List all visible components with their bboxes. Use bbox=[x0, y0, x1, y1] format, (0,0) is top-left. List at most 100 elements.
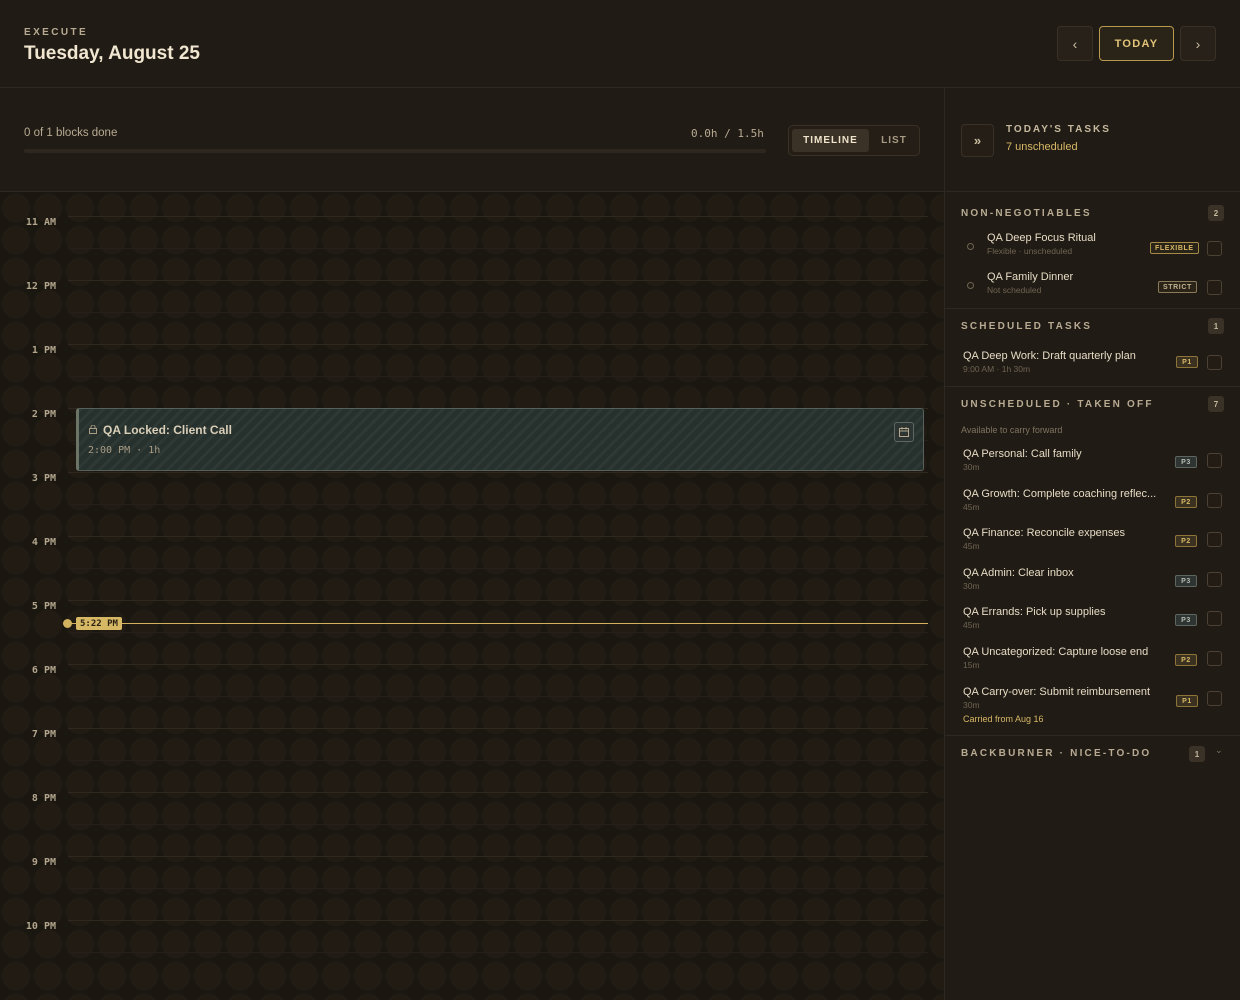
unscheduled-section: UNSCHEDULED · TAKEN OFF 7 Available to c… bbox=[945, 387, 1240, 736]
list-item[interactable]: QA Personal: Call family 30m P3 bbox=[945, 448, 1240, 486]
backburner-section[interactable]: BACKBURNER · NICE-TO-DO 1 ⌄ bbox=[945, 736, 1240, 772]
hour-gridline bbox=[68, 728, 928, 729]
half-hour-gridline bbox=[68, 696, 928, 697]
list-item[interactable]: QA Carry-over: Submit reimbursement 30m … bbox=[945, 686, 1240, 730]
task-checkbox[interactable] bbox=[1207, 280, 1222, 295]
time-block-title-text: QA Locked: Client Call bbox=[103, 423, 232, 437]
half-hour-gridline bbox=[68, 312, 928, 313]
timeline[interactable]: 11 AM 12 PM 1 PM 2 PM 3 PM 4 PM 5 PM 6 PM 7 PM 8 … bbox=[0, 192, 944, 1000]
progress-bar bbox=[24, 149, 766, 153]
section-count-badge: 7 bbox=[1208, 396, 1224, 412]
list-item[interactable]: QA Admin: Clear inbox 30m P3 bbox=[945, 567, 1240, 605]
task-title: QA Personal: Call family bbox=[963, 448, 1082, 460]
prev-day-button[interactable]: ‹ bbox=[1057, 26, 1093, 61]
task-checkbox[interactable] bbox=[1207, 651, 1222, 666]
half-hour-gridline bbox=[68, 952, 928, 953]
unscheduled-count-text: 7 unscheduled bbox=[1006, 141, 1078, 153]
sidebar-title: TODAY'S TASKS bbox=[1006, 124, 1111, 135]
task-subtitle: 45m bbox=[963, 502, 980, 512]
half-hour-gridline bbox=[68, 504, 928, 505]
next-day-button[interactable]: › bbox=[1180, 26, 1216, 61]
progress-row: 0 of 1 blocks done 0.0h / 1.5h TIMELINE … bbox=[0, 88, 944, 192]
hour-label: 2 PM bbox=[31, 409, 56, 420]
priority-badge: P3 bbox=[1175, 456, 1197, 468]
task-title: QA Deep Focus Ritual bbox=[987, 232, 1096, 244]
hour-gridline bbox=[68, 536, 928, 537]
task-subtitle: 30m bbox=[963, 700, 980, 710]
list-item[interactable]: QA Deep Work: Draft quarterly plan 9:00 … bbox=[945, 350, 1240, 388]
page-title: Tuesday, August 25 bbox=[24, 43, 200, 64]
hour-label: 12 PM bbox=[25, 281, 56, 292]
section-title: SCHEDULED TASKS bbox=[961, 321, 1093, 332]
task-checkbox[interactable] bbox=[1207, 453, 1222, 468]
task-checkbox[interactable] bbox=[1207, 493, 1222, 508]
hour-gridline bbox=[68, 600, 928, 601]
list-item[interactable]: QA Uncategorized: Capture loose end 15m … bbox=[945, 646, 1240, 684]
half-hour-gridline bbox=[68, 568, 928, 569]
timeline-view-tab[interactable]: TIMELINE bbox=[792, 129, 869, 152]
hour-gridline bbox=[68, 792, 928, 793]
section-title: NON-NEGOTIABLES bbox=[961, 208, 1092, 219]
half-hour-gridline bbox=[68, 376, 928, 377]
chevron-down-icon[interactable]: ⌄ bbox=[1215, 745, 1223, 756]
task-checkbox[interactable] bbox=[1207, 611, 1222, 626]
list-view-tab[interactable]: LIST bbox=[871, 129, 917, 152]
hour-label: 4 PM bbox=[31, 537, 56, 548]
current-time-badge: 5:22 PM bbox=[76, 617, 122, 630]
task-title: QA Growth: Complete coaching reflec... bbox=[963, 488, 1157, 500]
task-title: QA Uncategorized: Capture loose end bbox=[963, 646, 1149, 658]
list-item[interactable]: QA Deep Focus Ritual Flexible · unschedu… bbox=[945, 232, 1240, 270]
time-block-locked[interactable]: QA Locked: Client Call 2:00 PM · 1h bbox=[76, 408, 924, 471]
calendar-icon[interactable] bbox=[894, 422, 914, 442]
list-item[interactable]: QA Finance: Reconcile expenses 45m P2 bbox=[945, 527, 1240, 565]
hour-gridline bbox=[68, 856, 928, 857]
hour-label: 9 PM bbox=[31, 857, 56, 868]
hour-gridline bbox=[68, 920, 928, 921]
priority-badge: P1 bbox=[1176, 695, 1198, 707]
lock-icon bbox=[89, 423, 97, 437]
scheduled-tasks-section: SCHEDULED TASKS 1 QA Deep Work: Draft qu… bbox=[945, 309, 1240, 387]
half-hour-gridline bbox=[68, 824, 928, 825]
carried-from-note: Carried from Aug 16 bbox=[963, 714, 1044, 724]
priority-badge: P3 bbox=[1175, 575, 1197, 587]
task-title: QA Deep Work: Draft quarterly plan bbox=[963, 350, 1136, 362]
today-button[interactable]: TODAY bbox=[1099, 26, 1174, 61]
task-title: QA Carry-over: Submit reimbursement bbox=[963, 686, 1151, 698]
task-title: QA Errands: Pick up supplies bbox=[963, 606, 1106, 618]
flexible-badge: FLEXIBLE bbox=[1150, 242, 1199, 254]
bullet-icon bbox=[967, 243, 974, 250]
section-note: Available to carry forward bbox=[961, 425, 1063, 435]
time-block-meta: 2:00 PM · 1h bbox=[88, 445, 161, 456]
priority-badge: P1 bbox=[1176, 356, 1198, 368]
list-item[interactable]: QA Errands: Pick up supplies 45m P3 bbox=[945, 606, 1240, 644]
list-item[interactable]: QA Family Dinner Not scheduled STRICT bbox=[945, 271, 1240, 309]
task-checkbox[interactable] bbox=[1207, 241, 1222, 256]
hour-label: 3 PM bbox=[31, 473, 56, 484]
bullet-icon bbox=[967, 282, 974, 289]
task-checkbox[interactable] bbox=[1207, 572, 1222, 587]
task-title: QA Family Dinner bbox=[987, 271, 1074, 283]
task-subtitle: 45m bbox=[963, 541, 980, 551]
hour-label: 5 PM bbox=[31, 601, 56, 612]
task-subtitle: Flexible · unscheduled bbox=[987, 246, 1073, 256]
hour-label: 10 PM bbox=[25, 921, 56, 932]
section-title: UNSCHEDULED · TAKEN OFF bbox=[961, 399, 1154, 410]
half-hour-gridline bbox=[68, 888, 928, 889]
list-item[interactable]: QA Growth: Complete coaching reflec... 4… bbox=[945, 488, 1240, 526]
section-count-badge: 2 bbox=[1208, 205, 1224, 221]
current-time-dot bbox=[63, 619, 72, 628]
task-subtitle: 30m bbox=[963, 462, 980, 472]
hour-gridline bbox=[68, 280, 928, 281]
task-title: QA Admin: Clear inbox bbox=[963, 567, 1074, 579]
task-checkbox[interactable] bbox=[1207, 355, 1222, 370]
time-block-title: QA Locked: Client Call bbox=[89, 423, 232, 437]
task-checkbox[interactable] bbox=[1207, 532, 1222, 547]
priority-badge: P2 bbox=[1175, 535, 1197, 547]
task-checkbox[interactable] bbox=[1207, 691, 1222, 706]
priority-badge: P3 bbox=[1175, 614, 1197, 626]
current-time-line bbox=[68, 623, 928, 624]
top-header: EXECUTE Tuesday, August 25 ‹ TODAY › bbox=[0, 0, 1240, 88]
hour-label: 1 PM bbox=[31, 345, 56, 356]
collapse-sidebar-button[interactable]: » bbox=[961, 124, 994, 157]
half-hour-gridline bbox=[68, 632, 928, 633]
